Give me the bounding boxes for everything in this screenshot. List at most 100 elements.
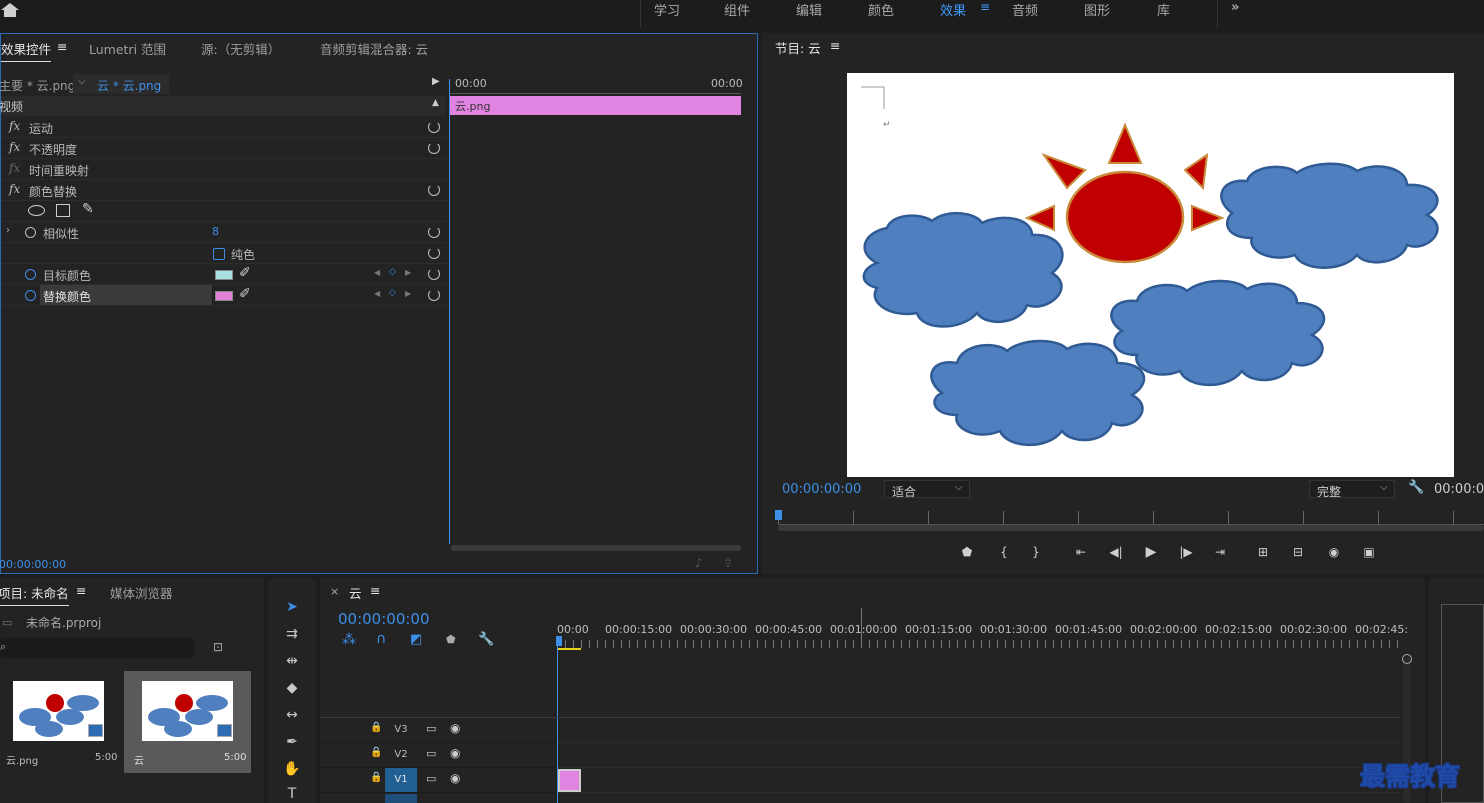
next-keyframe-icon[interactable]: ▶: [405, 268, 411, 277]
razor-tool-icon[interactable]: ◆: [279, 677, 305, 699]
type-tool-icon[interactable]: T: [279, 783, 305, 803]
reset-icon[interactable]: [428, 142, 440, 154]
next-keyframe-icon[interactable]: ▶: [405, 289, 411, 298]
project-item-selected[interactable]: 云 5:00: [124, 671, 251, 773]
tab-media-browser[interactable]: 媒体浏览器: [110, 583, 173, 602]
mini-clip-bar[interactable]: 云.png: [449, 96, 741, 115]
play-only-icon[interactable]: ▶: [432, 76, 440, 87]
clip-dropdown[interactable]: ⌵ 云 * 云.png: [73, 74, 169, 94]
track-label[interactable]: V3: [385, 718, 417, 742]
sync-lock-icon[interactable]: ▭: [426, 747, 436, 760]
mini-playhead[interactable]: [449, 79, 450, 544]
ws-tab-graphics[interactable]: 图形: [1084, 0, 1110, 19]
eyedropper-icon[interactable]: ✐: [239, 265, 251, 281]
lock-icon[interactable]: 🔒: [370, 772, 382, 783]
play-icon[interactable]: ▶: [1140, 544, 1162, 560]
mark-out-icon[interactable]: }: [1025, 545, 1047, 559]
reset-icon[interactable]: [428, 247, 440, 259]
add-keyframe-icon[interactable]: ◇: [389, 288, 396, 298]
timeline-ruler[interactable]: 00:00 00:00:15:00 00:00:30:00 00:00:45:0…: [557, 608, 1408, 656]
eyedropper-icon[interactable]: ✐: [239, 286, 251, 302]
ripple-edit-tool-icon[interactable]: ⇹: [279, 650, 305, 672]
effect-row-opacity[interactable]: fx 不透明度: [1, 138, 446, 159]
expand-chevron-icon[interactable]: ›: [6, 225, 10, 236]
target-color-swatch[interactable]: [215, 270, 233, 280]
mini-scrollbar[interactable]: [451, 545, 741, 551]
solid-color-checkbox[interactable]: [213, 248, 225, 260]
sync-lock-icon[interactable]: ▭: [426, 722, 436, 735]
wrench-icon[interactable]: 🔧: [1408, 480, 1424, 495]
reset-icon[interactable]: [428, 184, 440, 196]
program-scrollbar[interactable]: [778, 525, 1484, 531]
track-target-v0[interactable]: [385, 794, 417, 803]
ws-tab-learn[interactable]: 学习: [654, 0, 680, 19]
program-title[interactable]: 节目: 云: [775, 38, 821, 57]
reset-icon[interactable]: [428, 268, 440, 280]
tab-sequence[interactable]: 云: [349, 583, 362, 602]
add-keyframe-icon[interactable]: ◇: [389, 267, 396, 277]
timeline-timecode[interactable]: 00:00:00:00: [338, 610, 430, 628]
eye-icon[interactable]: ◉: [450, 746, 460, 760]
compare-view-icon[interactable]: ▣: [1358, 545, 1380, 559]
effect-row-motion[interactable]: fx 运动: [1, 117, 446, 138]
ws-menu-icon[interactable]: ≡: [980, 0, 990, 14]
lock-icon[interactable]: 🔒: [370, 722, 382, 733]
go-to-in-icon[interactable]: ⇤: [1070, 545, 1092, 559]
snap-icon[interactable]: ∩: [376, 631, 386, 647]
selection-tool-icon[interactable]: ➤: [279, 596, 305, 618]
ws-tab-library[interactable]: 库: [1157, 0, 1170, 19]
mark-in-icon[interactable]: {: [993, 545, 1015, 559]
export-frame-icon[interactable]: ◉: [1323, 545, 1345, 559]
add-marker-icon[interactable]: ⬟: [956, 545, 978, 559]
add-marker-icon[interactable]: ⬟: [446, 633, 456, 646]
lift-icon[interactable]: ⊞: [1252, 545, 1274, 559]
timeline-clip[interactable]: [558, 769, 581, 792]
go-to-out-icon[interactable]: ⇥: [1209, 545, 1231, 559]
panel-menu-icon[interactable]: ≡: [76, 583, 86, 598]
ws-tab-color[interactable]: 颜色: [868, 0, 894, 19]
pen-mask-icon[interactable]: ✎: [82, 201, 94, 217]
panel-menu-icon[interactable]: ≡: [370, 583, 380, 598]
stopwatch-icon[interactable]: [25, 290, 36, 301]
program-timecode[interactable]: 00:00:00:00: [782, 482, 861, 497]
program-playhead[interactable]: [775, 510, 782, 520]
eye-icon[interactable]: ◉: [450, 721, 460, 735]
quality-dropdown[interactable]: 完整 ⌵: [1309, 480, 1395, 499]
track-select-tool-icon[interactable]: ⇉: [279, 623, 305, 645]
prev-keyframe-icon[interactable]: ◀: [374, 289, 380, 298]
fit-dropdown[interactable]: 适合 ⌵: [884, 480, 970, 499]
timeline-settings-icon[interactable]: 🔧: [478, 632, 494, 647]
effect-timecode[interactable]: 00:00:00:00: [0, 558, 66, 571]
project-item[interactable]: 云.png 5:00: [0, 671, 120, 771]
tab-project[interactable]: 项目: 未命名: [0, 583, 69, 606]
ws-tab-audio[interactable]: 音频: [1012, 0, 1038, 19]
export-icon[interactable]: ⇪: [723, 556, 733, 570]
reset-icon[interactable]: [428, 121, 440, 133]
track-label[interactable]: V2: [385, 743, 417, 767]
extract-icon[interactable]: ⊟: [1287, 545, 1309, 559]
panel-menu-icon[interactable]: ≡: [57, 39, 67, 54]
step-forward-icon[interactable]: |▶: [1175, 545, 1197, 559]
eye-icon[interactable]: ◉: [450, 771, 460, 785]
tab-source[interactable]: 源:（无剪辑）: [201, 39, 280, 58]
reset-icon[interactable]: [428, 226, 440, 238]
ws-tab-edit[interactable]: 编辑: [796, 0, 822, 19]
slip-tool-icon[interactable]: ↔: [279, 704, 305, 726]
step-back-icon[interactable]: ◀|: [1105, 545, 1127, 559]
home-icon[interactable]: [0, 2, 20, 18]
rectangle-mask-icon[interactable]: [56, 204, 70, 217]
reset-icon[interactable]: [428, 289, 440, 301]
scroll-handle[interactable]: [1402, 654, 1412, 664]
stopwatch-icon[interactable]: [25, 269, 36, 280]
work-area-bar[interactable]: [557, 648, 581, 650]
playhead-handle[interactable]: [556, 636, 562, 646]
collapse-icon[interactable]: ▲: [432, 98, 439, 108]
tab-effect-controls[interactable]: 效果控件: [1, 39, 52, 62]
effect-row-time-remap[interactable]: fx 时间重映射: [1, 159, 446, 180]
lock-icon[interactable]: 🔒: [370, 747, 382, 758]
program-ruler[interactable]: [778, 511, 1484, 525]
replace-color-swatch[interactable]: [215, 291, 233, 301]
stopwatch-icon[interactable]: [25, 227, 36, 238]
nest-icon[interactable]: ⁂: [342, 632, 356, 648]
project-search-input[interactable]: ⌕: [0, 638, 194, 658]
